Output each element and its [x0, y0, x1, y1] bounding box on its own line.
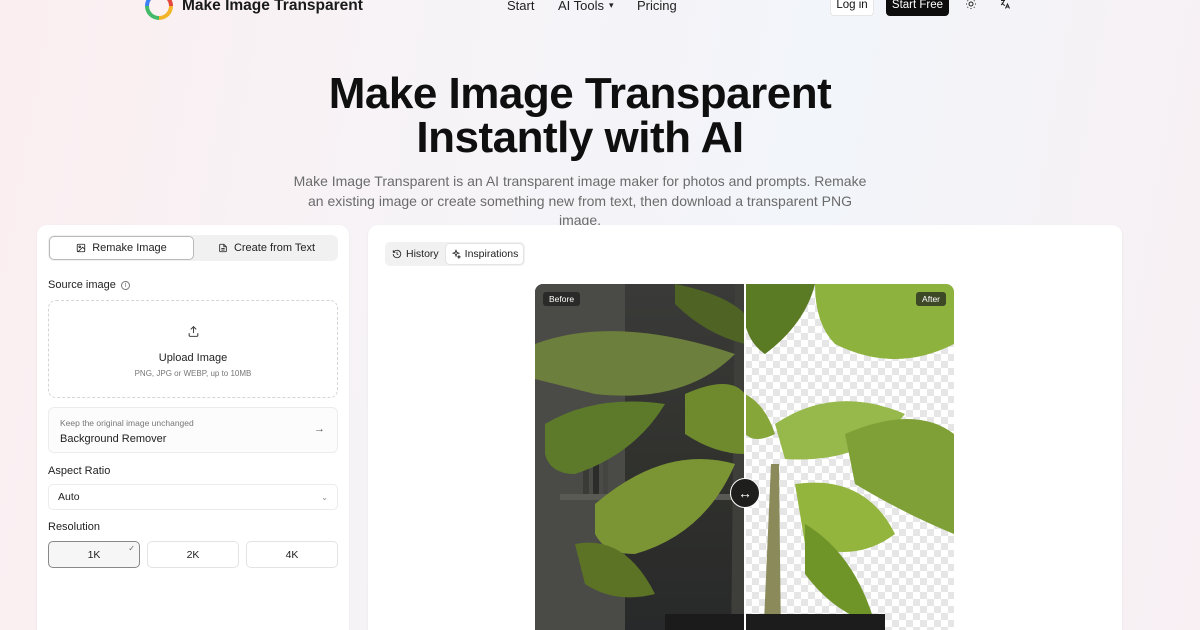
resolution-option-4k-label: 4K: [285, 548, 299, 561]
aspect-ratio-value: Auto: [58, 491, 80, 503]
preview-panel: History Inspirations ↔ Before After: [368, 225, 1122, 630]
upload-hint: PNG, JPG or WEBP, up to 10MB: [134, 369, 252, 378]
tab-inspirations[interactable]: Inspirations: [445, 244, 524, 264]
source-image-label-text: Source image: [48, 279, 116, 291]
logo-icon: [145, 0, 173, 20]
background-remover-title: Background Remover: [60, 433, 167, 445]
language-icon[interactable]: [998, 0, 1012, 11]
hero-title-line2: Instantly with AI: [416, 113, 744, 162]
resolution-option-1k-label: 1K: [87, 548, 101, 561]
tab-inspirations-label: Inspirations: [464, 248, 519, 260]
theme-toggle-sun-icon[interactable]: [964, 0, 978, 11]
upload-title: Upload Image: [158, 352, 228, 364]
chevron-down-icon: ▾: [609, 0, 614, 10]
after-label: After: [916, 292, 946, 306]
chevron-down-icon: ⌄: [321, 492, 328, 502]
start-free-button[interactable]: Start Free: [886, 0, 949, 16]
tab-history-label: History: [406, 248, 439, 260]
hero-title: Make Image Transparent Instantly with AI: [0, 72, 1160, 160]
resolution-label: Resolution: [48, 521, 100, 533]
resolution-option-2k-label: 2K: [186, 548, 200, 561]
background-remover-hint: Keep the original image unchanged: [60, 418, 194, 428]
nav-link-ai-tools[interactable]: AI Tools ▾: [558, 0, 614, 13]
image-icon: [77, 243, 86, 253]
compare-handle-arrows-icon[interactable]: ↔: [730, 478, 760, 508]
preview-tabs: History Inspirations: [385, 242, 526, 266]
upload-dropzone[interactable]: Upload Image PNG, JPG or WEBP, up to 10M…: [48, 300, 338, 398]
upload-icon: [49, 325, 337, 339]
check-icon: ✓: [128, 544, 135, 553]
document-icon: [219, 243, 227, 253]
hero-title-line1: Make Image Transparent: [328, 69, 832, 118]
nav-link-start[interactable]: Start: [507, 0, 534, 13]
arrow-right-icon: →: [314, 423, 325, 435]
resolution-option-1k[interactable]: 1K ✓: [48, 541, 140, 568]
nav-link-pricing[interactable]: Pricing: [637, 0, 677, 13]
login-button[interactable]: Log in: [830, 0, 874, 16]
settings-panel: Remake Image Create from Text Source ima…: [37, 225, 349, 630]
tab-remake-image[interactable]: Remake Image: [49, 236, 194, 260]
hero-subtitle: Make Image Transparent is an AI transpar…: [293, 173, 867, 228]
top-nav: Make Image Transparent Start AI Tools ▾ …: [0, 0, 1200, 20]
before-image: [535, 284, 745, 630]
brand-name: Make Image Transparent: [182, 0, 363, 14]
resolution-option-4k[interactable]: 4K: [246, 541, 338, 568]
compare-divider[interactable]: [744, 284, 746, 630]
sparkles-icon: [451, 249, 461, 259]
before-after-comparison[interactable]: ↔ Before After: [535, 284, 954, 630]
before-label: Before: [543, 292, 581, 306]
brand-logo[interactable]: Make Image Transparent: [145, 0, 363, 20]
resolution-options: 1K ✓ 2K 4K: [48, 541, 338, 568]
tab-history[interactable]: History: [387, 244, 444, 264]
history-icon: [392, 249, 402, 259]
aspect-ratio-label: Aspect Ratio: [48, 465, 111, 477]
nav-link-ai-tools-label: AI Tools: [558, 0, 605, 13]
source-image-label: Source image i: [48, 279, 130, 291]
resolution-option-2k[interactable]: 2K: [147, 541, 239, 568]
tab-remake-image-label: Remake Image: [92, 242, 167, 254]
aspect-ratio-select[interactable]: Auto ⌄: [48, 484, 338, 510]
mode-tabs: Remake Image Create from Text: [48, 235, 338, 261]
after-image: [745, 284, 954, 630]
background-remover-option[interactable]: Keep the original image unchanged Backgr…: [48, 407, 338, 453]
tab-create-from-text-label: Create from Text: [233, 242, 316, 254]
tab-create-from-text[interactable]: Create from Text: [195, 235, 338, 261]
info-icon[interactable]: i: [120, 280, 130, 290]
